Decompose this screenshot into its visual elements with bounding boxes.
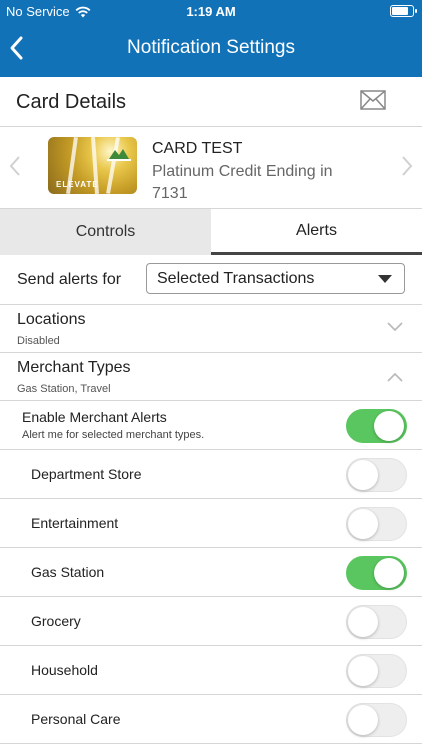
merchant-row-gas-station: Gas Station <box>0 548 422 597</box>
chevron-down-icon <box>387 322 403 332</box>
send-alerts-row: Send alerts for Selected Transactions <box>0 255 422 305</box>
send-alerts-label: Send alerts for <box>17 271 122 288</box>
locations-subtitle: Disabled <box>17 335 60 347</box>
locations-section[interactable]: Locations Disabled <box>0 305 422 353</box>
personal-care-toggle[interactable] <box>346 703 407 737</box>
chevron-up-icon <box>387 372 403 382</box>
merchant-row-household: Household <box>0 646 422 695</box>
next-card-chevron-icon[interactable] <box>400 154 414 178</box>
merchant-row-personal-care: Personal Care <box>0 695 422 744</box>
tab-controls[interactable]: Controls <box>0 209 211 255</box>
card-details-title: Card Details <box>16 91 127 113</box>
card-image: ELEVATE <box>48 137 137 194</box>
card-description: Platinum Credit Ending in 7131 <box>152 163 333 202</box>
department-store-toggle[interactable] <box>346 458 407 492</box>
merchant-label: Gas Station <box>31 564 105 580</box>
dropdown-caret-icon <box>378 275 392 283</box>
status-time: 1:19 AM <box>186 4 236 19</box>
gas-station-toggle[interactable] <box>346 556 407 590</box>
merchant-label: Personal Care <box>31 711 121 727</box>
page-title: Notification Settings <box>127 37 295 58</box>
locations-title: Locations <box>17 311 86 328</box>
merchant-label: Grocery <box>31 613 81 629</box>
grocery-toggle[interactable] <box>346 605 407 639</box>
enable-merchant-alerts-row: Enable Merchant Alerts Alert me for sele… <box>0 401 422 450</box>
send-alerts-selected-value: Selected Transactions <box>157 270 315 287</box>
merchant-label: Department Store <box>31 466 142 482</box>
card-selector: ELEVATE CARD TEST Platinum Credit Ending… <box>0 128 422 208</box>
merchant-label: Household <box>31 662 98 678</box>
merchant-types-section[interactable]: Merchant Types Gas Station, Travel <box>0 353 422 401</box>
battery-icon <box>390 5 417 17</box>
merchant-types-subtitle: Gas Station, Travel <box>17 383 111 395</box>
enable-merchant-alerts-label: Enable Merchant Alerts <box>22 409 167 425</box>
previous-card-chevron-icon[interactable] <box>8 154 22 178</box>
merchant-label: Entertainment <box>31 515 119 531</box>
app-header: No Service 1:19 AM Notification Settings <box>0 0 422 77</box>
send-alerts-select[interactable]: Selected Transactions <box>146 263 405 294</box>
tab-bar: Controls Alerts <box>0 208 422 255</box>
card-name: CARD TEST <box>152 140 243 157</box>
merchant-types-title: Merchant Types <box>17 359 131 376</box>
merchant-row-grocery: Grocery <box>0 597 422 646</box>
mail-icon[interactable] <box>360 90 386 110</box>
card-details-bar: Card Details <box>0 77 422 127</box>
status-bar: No Service 1:19 AM <box>0 0 422 24</box>
merchant-row-department-store: Department Store <box>0 450 422 499</box>
enable-merchant-alerts-description: Alert me for selected merchant types. <box>22 429 205 441</box>
card-image-label: ELEVATE <box>56 180 99 189</box>
household-toggle[interactable] <box>346 654 407 688</box>
tab-alerts[interactable]: Alerts <box>211 209 422 255</box>
merchant-row-entertainment: Entertainment <box>0 499 422 548</box>
bank-logo-icon <box>107 149 131 161</box>
enable-merchant-alerts-toggle[interactable] <box>346 409 407 443</box>
entertainment-toggle[interactable] <box>346 507 407 541</box>
